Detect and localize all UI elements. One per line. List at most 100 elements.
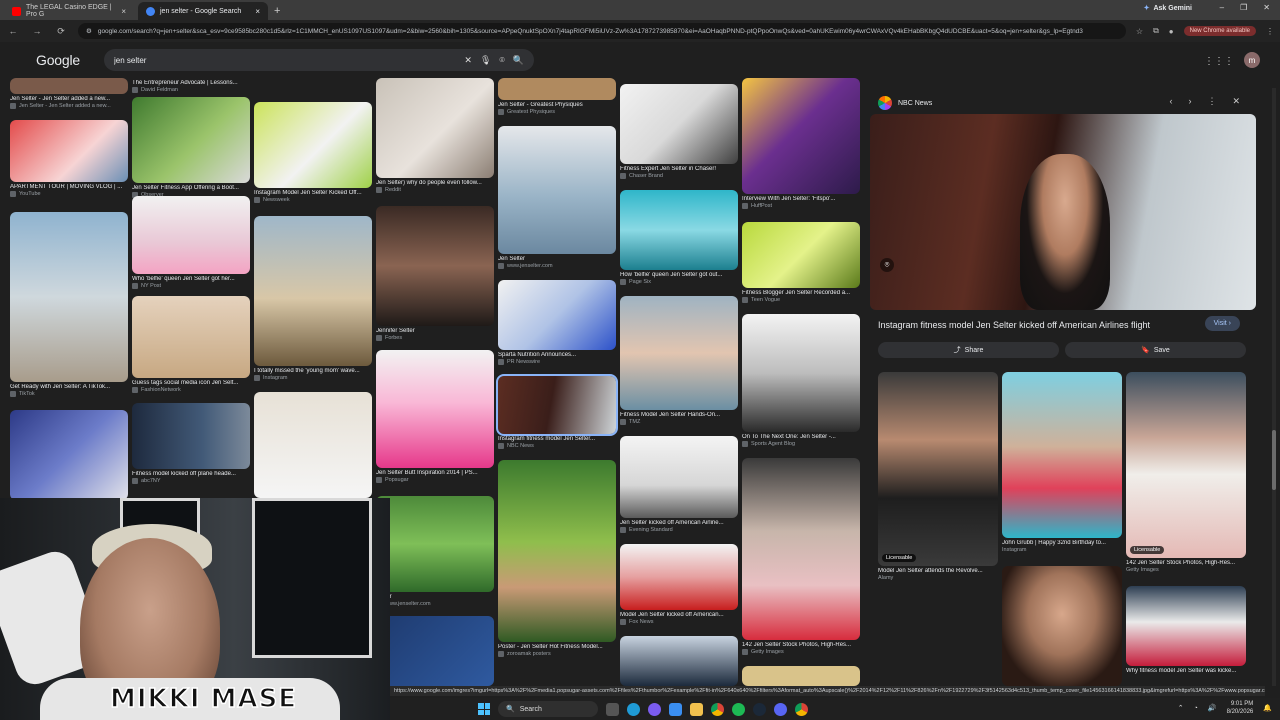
result-card[interactable]: Poster - Jen Selter Hot Fitness Model...… — [498, 460, 616, 657]
result-card[interactable]: On To The Next One: Jen Selter -... Spor… — [742, 314, 860, 447]
more-options-icon[interactable]: ⋮ — [1207, 96, 1216, 107]
result-image[interactable] — [10, 78, 128, 94]
result-card[interactable]: Sparta Nutrition Announces... PR Newswir… — [498, 280, 616, 365]
result-image[interactable] — [496, 374, 618, 436]
task-view-icon[interactable] — [606, 702, 619, 716]
minimize-icon[interactable]: – — [1220, 3, 1224, 12]
result-card[interactable]: Fitness Model Jen Selter Hands-On... TMZ — [620, 296, 738, 425]
result-image[interactable] — [254, 392, 372, 498]
result-card[interactable] — [376, 616, 494, 686]
result-card[interactable]: Selter www.jenselter.com — [376, 496, 494, 607]
result-card[interactable]: Fitness model kicked off plane heade... … — [132, 403, 250, 484]
chrome-icon[interactable] — [711, 702, 724, 716]
apps-grid-icon[interactable]: ⋮⋮⋮ — [1204, 56, 1234, 67]
result-image[interactable] — [620, 84, 738, 164]
spotify-icon[interactable] — [732, 702, 745, 716]
chrome-icon[interactable] — [795, 702, 808, 716]
result-card-selected[interactable]: Instagram fitness model Jen Selter... NB… — [496, 374, 618, 449]
result-card[interactable] — [742, 666, 860, 686]
result-card[interactable] — [254, 392, 372, 498]
result-image[interactable] — [376, 350, 494, 468]
result-card[interactable]: Jen Selter www.jenselter.com — [498, 126, 616, 269]
preview-source[interactable]: NBC News — [878, 96, 932, 110]
preview-image[interactable] — [870, 114, 1256, 310]
related-image-card[interactable]: Why fitness model Jen Selter was kicke..… — [1126, 586, 1246, 674]
result-card[interactable]: Fitness Blogger Jen Selter Recorded a...… — [742, 222, 860, 303]
result-card[interactable]: Guess tags social media icon Jen Selt...… — [132, 296, 250, 393]
edge-icon[interactable] — [627, 702, 640, 716]
result-card[interactable]: Model Jen Selter kicked off American... … — [620, 544, 738, 625]
volume-icon[interactable]: 🔊 — [1208, 704, 1217, 712]
result-card[interactable]: I totally missed the 'young mom' wave...… — [254, 216, 372, 381]
visit-button[interactable]: Visit › — [1204, 316, 1240, 331]
extensions-icon[interactable]: ⧉ — [1153, 26, 1159, 36]
notification-icon[interactable]: 🔔 — [1263, 704, 1272, 712]
new-tab-button[interactable]: + — [274, 2, 280, 20]
result-card[interactable]: Jen Selter Fitness App Offering a Boot..… — [132, 81, 250, 198]
new-chrome-button[interactable]: New Chrome available — [1183, 26, 1256, 36]
result-image[interactable] — [10, 410, 128, 500]
result-image[interactable] — [254, 102, 372, 188]
copilot-icon[interactable] — [648, 702, 661, 716]
result-image[interactable] — [132, 403, 250, 469]
related-image-card[interactable]: Licensable 142 Jen Selter Stock Photos, … — [1126, 372, 1246, 573]
result-image[interactable] — [254, 216, 372, 366]
related-image[interactable] — [1002, 566, 1122, 686]
result-image[interactable] — [620, 436, 738, 518]
search-icon[interactable]: 🔍 — [513, 55, 524, 66]
address-bar[interactable]: ⚙ google.com/search?q=jen+selter&sca_esv… — [78, 23, 1126, 39]
result-card[interactable] — [620, 636, 738, 686]
result-card[interactable]: How 'belfie' queen Jen Selter got out...… — [620, 190, 738, 285]
next-icon[interactable]: › — [1188, 96, 1191, 107]
profile-icon[interactable]: ● — [1169, 27, 1174, 36]
result-card[interactable]: Jen Selter Butt Inspiration 2014 | PS...… — [376, 350, 494, 483]
share-button[interactable]: ⤴ Share — [878, 342, 1059, 358]
menu-icon[interactable]: ⋮ — [1266, 27, 1274, 36]
result-card[interactable]: Jen Selter - Greatest Physiques Greatest… — [498, 78, 616, 115]
result-card[interactable]: APARTMENT TOUR | MOVING VLOG | ... YouTu… — [10, 120, 128, 197]
previous-icon[interactable]: ‹ — [1169, 96, 1172, 107]
result-image[interactable] — [376, 616, 494, 686]
tab-casino[interactable]: The LEGAL Casino EDGE | Pro G × — [4, 2, 134, 20]
bookmark-star-icon[interactable]: ☆ — [1136, 27, 1143, 36]
result-card[interactable]: Interview With Jen Selter: 'Fitspo'... H… — [742, 78, 860, 209]
discord-icon[interactable] — [774, 702, 787, 716]
chevron-up-icon[interactable]: ⌃ — [1178, 704, 1184, 712]
store-icon[interactable] — [669, 702, 682, 716]
clear-icon[interactable]: ✕ — [464, 55, 472, 66]
windows-start-icon[interactable] — [478, 703, 490, 715]
result-card[interactable]: Jen Selter - Jen Selter added a new... J… — [10, 78, 128, 109]
result-card[interactable]: Jennifer Selter Forbes — [376, 206, 494, 341]
result-card[interactable]: Jen Selter kicked off American Airline..… — [620, 436, 738, 533]
result-image[interactable] — [132, 97, 250, 183]
result-image[interactable] — [498, 460, 616, 642]
steam-icon[interactable] — [753, 702, 766, 716]
result-image[interactable] — [620, 544, 738, 610]
result-image[interactable] — [620, 190, 738, 270]
result-card[interactable]: Get Ready with Jen Selter: A TikTok... T… — [10, 212, 128, 397]
result-card[interactable]: Jen Selter) why do people even follow...… — [376, 78, 494, 193]
forward-icon[interactable]: → — [30, 26, 44, 36]
result-card[interactable]: Who 'belfie' queen Jen Selter got her...… — [132, 196, 250, 289]
result-image[interactable] — [376, 206, 494, 326]
related-image[interactable] — [1126, 586, 1246, 666]
result-image[interactable] — [498, 126, 616, 254]
avatar[interactable]: m — [1244, 52, 1260, 68]
close-icon[interactable]: × — [255, 7, 260, 16]
site-info-icon[interactable]: ⚙ — [86, 27, 92, 35]
tab-google-search[interactable]: jen selter - Google Search × — [138, 2, 268, 20]
search-input[interactable] — [114, 55, 457, 65]
scrollbar-thumb[interactable] — [1272, 430, 1276, 490]
related-image-card[interactable] — [1002, 566, 1122, 686]
result-image[interactable] — [742, 314, 860, 432]
result-image[interactable] — [742, 666, 860, 686]
google-logo[interactable]: Google — [36, 52, 80, 68]
file-explorer-icon[interactable] — [690, 702, 703, 716]
result-image[interactable] — [376, 78, 494, 178]
reload-icon[interactable]: ⟳ — [54, 26, 68, 37]
lens-icon[interactable]: ⌾ — [499, 55, 504, 66]
lens-icon[interactable]: ⌾ — [880, 258, 894, 272]
result-image[interactable] — [742, 78, 860, 194]
result-card[interactable]: 142 Jen Selter Stock Photos, High-Res...… — [742, 458, 860, 655]
maximize-icon[interactable]: ❐ — [1240, 3, 1247, 12]
